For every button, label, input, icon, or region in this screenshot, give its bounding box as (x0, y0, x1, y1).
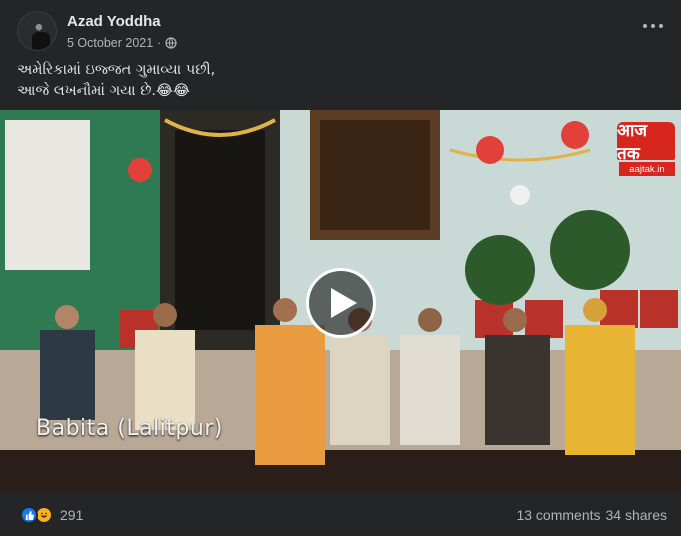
channel-logo-text: आज तक (617, 121, 675, 164)
post-text-line: આજે લખનૌમાં ગયા છે.😂😂 (17, 83, 190, 99)
video-caption: Babita (Lalitpur) (36, 416, 223, 441)
engagement-counts: 13 comments 34 shares (516, 507, 667, 523)
post-footer: 291 13 comments 34 shares (0, 492, 681, 536)
video-player[interactable]: Babita (Lalitpur) आज तक aajtak.in (0, 110, 681, 492)
channel-logo: आज तक aajtak.in (617, 121, 677, 178)
post-date[interactable]: 5 October 2021 (67, 36, 153, 50)
globe-icon (165, 37, 177, 49)
play-button[interactable] (306, 268, 376, 338)
reactions-summary[interactable]: 291 (20, 506, 83, 524)
channel-logo-url: aajtak.in (619, 162, 675, 176)
more-options-icon[interactable] (639, 16, 667, 36)
post-text: અમેરિકામાં ઇજ્જત ગુમાવ્યા પછી, આજે લખનૌમ… (17, 60, 657, 102)
meta-separator: · (157, 36, 162, 50)
shares-count[interactable]: 34 shares (606, 507, 667, 523)
author-name[interactable]: Azad Yoddha (67, 13, 161, 30)
reaction-count: 291 (60, 507, 84, 523)
post-header: Azad Yoddha 5 October 2021 · (0, 0, 681, 58)
play-icon (330, 288, 357, 318)
comments-count[interactable]: 13 comments (516, 507, 600, 523)
like-reaction-icon (20, 506, 38, 524)
post-meta: 5 October 2021 · (67, 36, 177, 50)
author-avatar[interactable] (17, 11, 57, 51)
post-text-line: અમેરિકામાં ઇજ્જત ગુમાવ્યા પછી, (17, 62, 216, 78)
